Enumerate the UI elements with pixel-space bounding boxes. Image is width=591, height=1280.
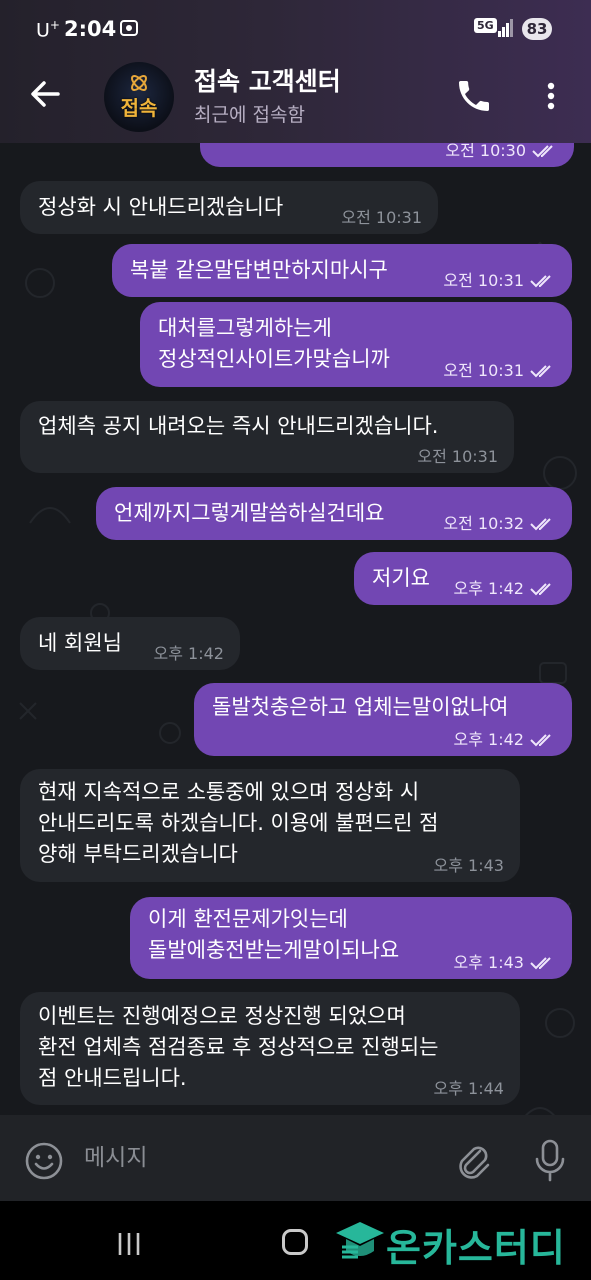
message-time: 오전 10:31 <box>417 447 498 466</box>
back-button[interactable] <box>24 72 68 116</box>
message-meta: 오후 1:43 <box>434 856 504 876</box>
message-time: 오전 10:32 <box>443 514 524 533</box>
message-time: 오후 1:43 <box>453 953 524 972</box>
message-bubble-outgoing[interactable]: 오전 10:30 <box>200 143 574 167</box>
status-bar: U+ 2:04 5G 83 <box>0 0 591 60</box>
message-bubble-outgoing[interactable]: 복붙 같은말답변만하지마시구 오전 10:31 <box>112 244 572 297</box>
message-bubble-outgoing[interactable]: 저기요 오후 1:42 <box>354 552 572 605</box>
message-bubble-incoming[interactable]: 정상화 시 안내드리겠습니다 오전 10:31 <box>20 181 438 234</box>
read-double-check-icon <box>530 583 551 596</box>
watermark: 온카스터디 <box>334 1213 586 1270</box>
voice-record-button[interactable] <box>530 1137 570 1183</box>
paperclip-icon <box>459 1146 490 1179</box>
chat-title[interactable]: 접속 고객센터 <box>194 62 341 98</box>
message-composer <box>0 1115 591 1201</box>
message-meta: 오전 10:30 <box>445 143 558 161</box>
message-bubble-outgoing[interactable]: 대처를그렇게하는게 정상적인사이트가맞습니까 오전 10:31 <box>140 302 572 387</box>
screen-record-icon <box>120 20 138 36</box>
logo-mark-icon <box>131 75 147 91</box>
message-time: 오전 10:31 <box>443 361 524 380</box>
message-bubble-incoming[interactable]: 현재 지속적으로 소통중에 있으며 정상화 시 안내드리도록 하겠습니다. 이용… <box>20 769 520 882</box>
arrow-left-icon <box>31 81 60 107</box>
message-time: 오후 1:43 <box>433 856 504 875</box>
system-navigation-bar: 온카스터디 <box>0 1201 591 1280</box>
phone-icon <box>459 81 489 111</box>
message-bubble-outgoing[interactable]: 이게 환전문제가잇는데 돌발에충전받는게말이되나요 오후 1:43 <box>130 897 572 979</box>
recent-apps-icon <box>118 1233 140 1255</box>
chat-status: 최근에 접속함 <box>194 104 305 126</box>
message-text: 돌발첫충은하고 업체는말이없나여 <box>212 695 509 719</box>
attach-button[interactable] <box>452 1139 494 1181</box>
read-double-check-icon <box>532 145 553 158</box>
message-input[interactable] <box>82 1137 416 1179</box>
signal-icon <box>498 19 514 37</box>
status-time: 2:04 <box>64 17 117 41</box>
message-meta: 오전 10:31 <box>341 208 422 228</box>
microphone-icon <box>535 1139 565 1182</box>
message-time: 오전 10:31 <box>341 208 422 227</box>
message-bubble-outgoing[interactable]: 돌발첫충은하고 업체는말이없나여 오후 1:42 <box>194 683 572 756</box>
message-bubble-incoming[interactable]: 업체측 공지 내려오는 즉시 안내드리겠습니다. 오전 10:31 <box>20 401 514 473</box>
message-time: 오전 10:30 <box>445 143 526 160</box>
message-meta: 오후 1:43 <box>454 953 556 973</box>
read-double-check-icon <box>530 734 551 747</box>
call-button[interactable] <box>454 76 494 116</box>
message-time: 오후 1:42 <box>453 579 524 598</box>
message-text: 업체측 공지 내려오는 즉시 안내드리겠습니다. <box>38 414 439 438</box>
message-meta: 오후 1:44 <box>434 1079 504 1099</box>
recent-apps-button[interactable] <box>116 1231 142 1257</box>
more-vert-icon <box>547 82 555 110</box>
read-double-check-icon <box>530 365 551 378</box>
avatar-logo-text: 접속 <box>120 96 158 120</box>
message-meta: 오전 10:31 <box>443 361 556 381</box>
message-meta: 오후 1:42 <box>454 579 556 599</box>
message-meta: 오후 1:42 <box>154 644 224 664</box>
message-meta: 오후 1:42 <box>454 730 556 750</box>
carrier-label: U+ <box>36 18 60 42</box>
emoji-button[interactable] <box>24 1141 64 1181</box>
message-meta: 오전 10:31 <box>417 447 498 467</box>
avatar[interactable]: 접속 <box>104 62 174 132</box>
message-bubble-outgoing[interactable]: 언제까지그렇게말씀하실건데요 오전 10:32 <box>96 487 572 540</box>
message-bubble-incoming[interactable]: 네 회원님 오후 1:42 <box>20 617 240 670</box>
read-double-check-icon <box>530 275 551 288</box>
message-meta: 오전 10:32 <box>443 514 556 534</box>
more-options-button[interactable] <box>536 76 566 116</box>
message-time: 오후 1:44 <box>433 1079 504 1098</box>
message-time: 오후 1:42 <box>453 730 524 749</box>
battery-indicator: 83 <box>522 18 552 40</box>
graduation-cap-icon <box>336 1222 384 1259</box>
read-double-check-icon <box>530 957 551 970</box>
watermark-text: 온카스터디 <box>386 1226 566 1270</box>
network-badge: 5G <box>474 18 497 33</box>
message-time: 오전 10:31 <box>443 271 524 290</box>
read-double-check-icon <box>530 518 551 531</box>
message-meta: 오전 10:31 <box>443 271 556 291</box>
emoji-icon <box>25 1142 63 1180</box>
message-bubble-incoming[interactable]: 이벤트는 진행예정으로 정상진행 되었으며 환전 업체측 점검종료 후 정상적으… <box>20 992 520 1105</box>
home-button[interactable] <box>282 1229 308 1255</box>
message-list[interactable]: 오전 10:30 정상화 시 안내드리겠습니다 오전 10:31 복붙 같은말답… <box>0 143 591 1115</box>
chat-header: 접속 접속 고객센터 최근에 접속함 <box>0 60 591 140</box>
message-time: 오후 1:42 <box>153 644 224 663</box>
